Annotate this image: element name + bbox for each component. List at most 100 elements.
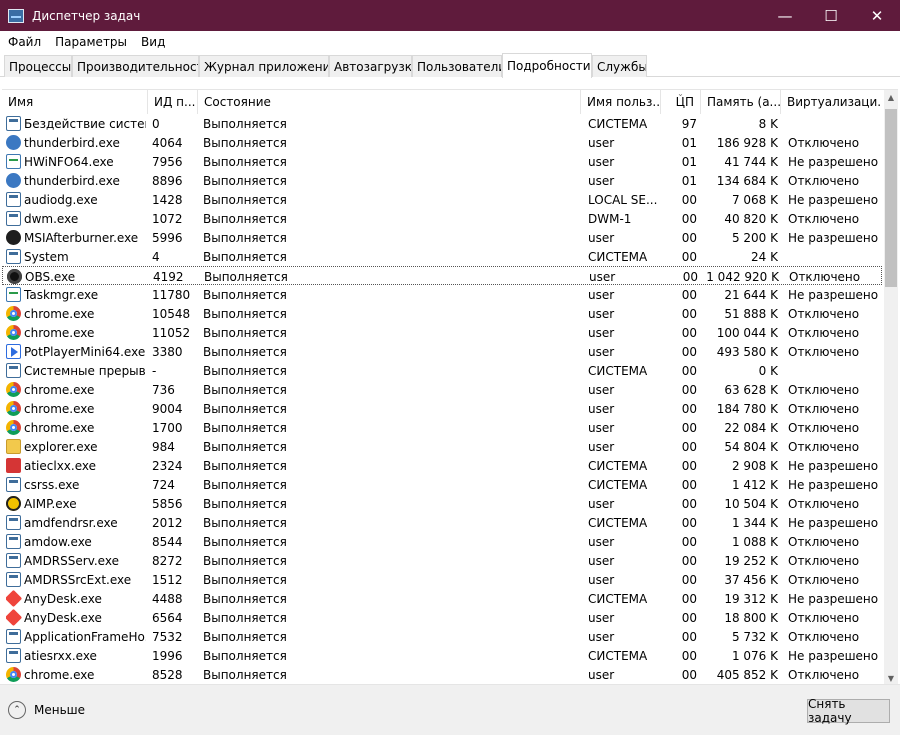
column-user[interactable]: Имя польз... bbox=[581, 90, 661, 114]
cell-pid: 8272 bbox=[152, 553, 183, 568]
cell-pid: 11780 bbox=[152, 287, 191, 302]
table-row[interactable]: amdow.exe 8544 Выполняется user 00 1 088 K Отк… bbox=[2, 532, 882, 551]
cell-pid: 11052 bbox=[152, 325, 191, 340]
column-cpu[interactable]: ⌄ ЦП bbox=[661, 90, 701, 114]
process-name: Taskmgr.exe bbox=[24, 287, 99, 302]
table-row[interactable]: System 4 Выполняется СИСТЕМА 00 24 K bbox=[2, 247, 882, 266]
table-row[interactable]: MSIAfterburner.exe 5996 Выполняется user 00 5… bbox=[2, 228, 882, 247]
scroll-thumb[interactable] bbox=[885, 109, 897, 287]
vertical-scrollbar[interactable]: ▲ ▼ bbox=[884, 90, 898, 684]
tab-startup[interactable]: Автозагрузка bbox=[329, 55, 412, 77]
cell-user: user bbox=[588, 325, 615, 340]
table-row[interactable]: chrome.exe 736 Выполняется user 00 63 628 K От… bbox=[2, 380, 882, 399]
table-row[interactable]: audiodg.exe 1428 Выполняется LOCAL SE... 00 7… bbox=[2, 190, 882, 209]
menu-options[interactable]: Параметры bbox=[49, 35, 133, 49]
table-row[interactable]: AMDRSServ.exe 8272 Выполняется user 00 19 252… bbox=[2, 551, 882, 570]
table-row[interactable]: PotPlayerMini64.exe 3380 Выполняется user 00… bbox=[2, 342, 882, 361]
cell-pid: 4192 bbox=[153, 269, 184, 284]
table-row[interactable]: chrome.exe 10548 Выполняется user 00 51 888 K… bbox=[2, 304, 882, 323]
cell-state: Выполняется bbox=[203, 610, 287, 625]
scroll-down-icon[interactable]: ▼ bbox=[884, 671, 898, 684]
cell-state: Выполняется bbox=[203, 154, 287, 169]
cell-name: atieclxx.exe bbox=[6, 456, 146, 475]
tab-details[interactable]: Подробности bbox=[502, 53, 592, 78]
chrome-icon bbox=[6, 325, 21, 340]
cell-cpu: 00 bbox=[681, 249, 697, 264]
column-state[interactable]: Состояние bbox=[198, 90, 581, 114]
chrome-icon bbox=[6, 420, 21, 435]
menu-file[interactable]: Файл bbox=[2, 35, 47, 49]
cell-memory: 51 888 K bbox=[724, 306, 778, 321]
end-task-button[interactable]: Снять задачу bbox=[807, 697, 890, 725]
table-row[interactable]: AnyDesk.exe 4488 Выполняется СИСТЕМА 00 19 31… bbox=[2, 589, 882, 608]
close-button[interactable]: ✕ bbox=[854, 0, 900, 31]
cell-user: СИСТЕМА bbox=[588, 477, 648, 492]
chrome-icon bbox=[6, 667, 21, 682]
column-name[interactable]: Имя bbox=[2, 90, 148, 114]
table-row[interactable]: thunderbird.exe 8896 Выполняется user 01 134 … bbox=[2, 171, 882, 190]
minimize-button[interactable]: — bbox=[762, 0, 808, 31]
cell-memory: 1 412 K bbox=[731, 477, 778, 492]
cell-user: СИСТЕМА bbox=[588, 515, 648, 530]
cell-pid: 2324 bbox=[152, 458, 183, 473]
table-row[interactable]: atiesrxx.exe 1996 Выполняется СИСТЕМА 00 1 07… bbox=[2, 646, 882, 665]
table-row[interactable]: thunderbird.exe 4064 Выполняется user 01 186 … bbox=[2, 133, 882, 152]
scroll-up-icon[interactable]: ▲ bbox=[884, 90, 898, 104]
cell-user: user bbox=[588, 420, 615, 435]
title-bar: Диспетчер задач — ☐ ✕ bbox=[0, 0, 900, 31]
table-row[interactable]: csrss.exe 724 Выполняется СИСТЕМА 00 1 412 K Н… bbox=[2, 475, 882, 494]
cell-name: MSIAfterburner.exe bbox=[6, 228, 146, 247]
cell-pid: 8544 bbox=[152, 534, 183, 549]
column-virtualization[interactable]: Виртуализаци... bbox=[781, 90, 882, 114]
table-row[interactable]: ApplicationFrameHo... 7532 Выполняется user… bbox=[2, 627, 882, 646]
cell-state: Выполняется bbox=[203, 515, 287, 530]
table-row[interactable]: explorer.exe 984 Выполняется user 00 54 804 K… bbox=[2, 437, 882, 456]
table-row[interactable]: chrome.exe 1700 Выполняется user 00 22 084 K О… bbox=[2, 418, 882, 437]
cell-virtualization: Отключено bbox=[788, 325, 860, 340]
cell-memory: 1 344 K bbox=[731, 515, 778, 530]
cell-cpu: 00 bbox=[681, 553, 697, 568]
fewer-details-button[interactable]: ⌃ Меньше bbox=[8, 699, 85, 721]
column-memory[interactable]: Память (а... bbox=[701, 90, 781, 114]
table-row[interactable]: AMDRSSrcExt.exe 1512 Выполняется user 00 37 4… bbox=[2, 570, 882, 589]
cell-state: Выполняется bbox=[203, 344, 287, 359]
cell-cpu: 00 bbox=[681, 344, 697, 359]
table-row[interactable]: chrome.exe 8528 Выполняется user 00 405 852 K… bbox=[2, 665, 882, 684]
process-name: AnyDesk.exe bbox=[24, 610, 102, 625]
table-row[interactable]: HWiNFO64.exe 7956 Выполняется user 01 41 744 … bbox=[2, 152, 882, 171]
maximize-button[interactable]: ☐ bbox=[808, 0, 854, 31]
table-row[interactable]: atieclxx.exe 2324 Выполняется СИСТЕМА 00 2 90… bbox=[2, 456, 882, 475]
table-row[interactable]: AnyDesk.exe 6564 Выполняется user 00 18 800 K… bbox=[2, 608, 882, 627]
fewer-details-label: Меньше bbox=[34, 703, 86, 717]
cell-cpu: 00 bbox=[681, 648, 697, 663]
process-name: audiodg.exe bbox=[24, 192, 98, 207]
cell-state: Выполняется bbox=[203, 534, 287, 549]
cell-memory: 2 908 K bbox=[731, 458, 778, 473]
process-name: OBS.exe bbox=[25, 269, 76, 284]
cell-virtualization: Не разрешено bbox=[788, 287, 879, 302]
tab-processes[interactable]: Процессы bbox=[4, 55, 72, 77]
cell-name: AnyDesk.exe bbox=[6, 589, 146, 608]
table-row[interactable]: chrome.exe 11052 Выполняется user 00 100 044 … bbox=[2, 323, 882, 342]
table-row[interactable]: amdfendrsr.exe 2012 Выполняется СИСТЕМА 00 1 … bbox=[2, 513, 882, 532]
menu-bar: Файл Параметры Вид bbox=[0, 31, 900, 53]
cell-user: user bbox=[588, 572, 615, 587]
tab-users[interactable]: Пользователи bbox=[412, 55, 502, 77]
cell-virtualization: Отключено bbox=[788, 420, 860, 435]
table-row[interactable]: Taskmgr.exe 11780 Выполняется user 00 21 644 … bbox=[2, 285, 882, 304]
table-row[interactable]: OBS.exe 4192 Выполняется user 00 1 042 920 K О… bbox=[2, 266, 882, 285]
table-row[interactable]: Системные прерыв... - Выполняется СИСТЕМА 00… bbox=[2, 361, 882, 380]
table-row[interactable]: chrome.exe 9004 Выполняется user 00 184 780 K… bbox=[2, 399, 882, 418]
tab-performance[interactable]: Производительность bbox=[72, 55, 199, 77]
cell-pid: 1428 bbox=[152, 192, 183, 207]
table-row[interactable]: Бездействие системы 0 Выполняется СИСТЕМА 97… bbox=[2, 114, 882, 133]
column-pid[interactable]: ИД п... bbox=[148, 90, 198, 114]
window-icon bbox=[6, 249, 21, 264]
menu-view[interactable]: Вид bbox=[135, 35, 171, 49]
cell-user: user bbox=[588, 154, 615, 169]
cell-memory: 21 644 K bbox=[724, 287, 778, 302]
tab-services[interactable]: Службы bbox=[592, 55, 647, 77]
table-row[interactable]: AIMP.exe 5856 Выполняется user 00 10 504 K Отк… bbox=[2, 494, 882, 513]
table-row[interactable]: dwm.exe 1072 Выполняется DWM-1 00 40 820 K Отк… bbox=[2, 209, 882, 228]
tab-app-history[interactable]: Журнал приложений bbox=[199, 55, 329, 77]
